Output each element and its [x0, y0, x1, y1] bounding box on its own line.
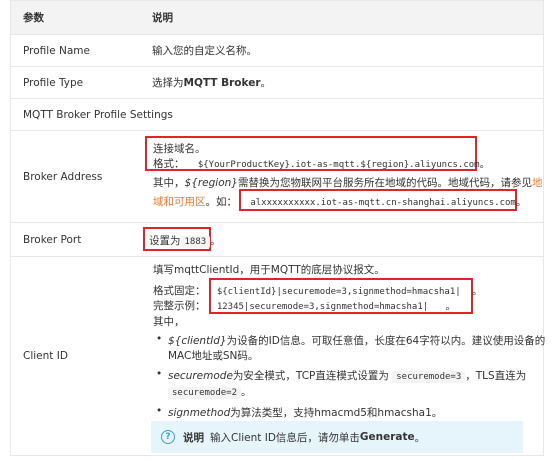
- b2-code1: securemode=3: [392, 371, 466, 383]
- region-link-part1[interactable]: 地: [532, 177, 543, 189]
- bullet-signmethod: signmethod为算法类型，支持hmacmd5和hmacsha1。: [156, 405, 443, 420]
- broker-address-format: 格式： ${YourProductKey}.iot-as-mqtt.${regi…: [153, 156, 490, 171]
- row-profile-name: Profile Name 输入您的自定义名称。: [11, 34, 543, 66]
- b2-end: 。: [241, 386, 252, 398]
- port-value: 1883: [180, 236, 211, 248]
- b1-italic: ${clientId}: [168, 335, 227, 347]
- parameter-table: 参数 说明 Profile Name 输入您的自定义名称。 Profile Ty…: [10, 0, 546, 456]
- client-id-desc: 填写mqttClientId，用于MQTT的底层协议报文。 格式固定： ${cl…: [142, 257, 546, 455]
- fixed-code: ${clientId}|securemode=3,signmethod=hmac…: [216, 287, 461, 297]
- example-end: 。: [515, 196, 527, 208]
- client-example-code: 12345|securemode=3,signmethod=hmacsha1|: [216, 302, 429, 312]
- client-example-label: 完整示例：: [153, 300, 206, 312]
- client-id-fixed: 格式固定： ${clientId}|securemode=3,signmetho…: [153, 283, 483, 298]
- bullet-securemode: securemode为安全模式，TCP直连模式设置为 securemode=3，…: [156, 368, 527, 383]
- note-text: 输入Client ID信息后，请勿单击: [210, 431, 360, 444]
- b2-text: 为安全模式，TCP直连模式设置为: [232, 370, 389, 382]
- row-profile-type: Profile Type 选择为 MQTT Broker。: [11, 66, 543, 98]
- broker-address-desc: 连接域名。 格式： ${YourProductKey}.iot-as-mqtt.…: [142, 131, 543, 222]
- explain-region: ${region}: [184, 177, 238, 189]
- example-label: 。如：: [205, 196, 238, 208]
- explain-prefix: 其中，: [153, 177, 185, 189]
- b1-text: 为设备的ID信息。可取任意值，长度在64字符以内。建议使用设备的: [226, 335, 546, 347]
- header-param: 参数: [23, 12, 44, 24]
- b2-italic: securemode: [168, 370, 233, 382]
- profile-type-prefix: 选择为: [152, 77, 184, 89]
- fixed-end: 。: [472, 285, 483, 297]
- fixed-label: 格式固定：: [153, 285, 206, 297]
- client-id-line1: 填写mqttClientId，用于MQTT的底层协议报文。: [153, 264, 385, 276]
- broker-address-example: 域和可用区。如： alxxxxxxxxxx.iot-as-mqtt.cn-sha…: [153, 194, 526, 209]
- table-header: 参数 说明: [11, 1, 543, 34]
- b2-text2: ，TLS直连为: [465, 370, 527, 382]
- bullet-clientid-line2: MAC地址或SN码。: [168, 350, 259, 362]
- broker-address-line1: 连接域名。: [153, 143, 206, 155]
- profile-name-desc: 输入您的自定义名称。: [152, 45, 257, 57]
- b3-text: 为算法类型，支持hmacmd5和hmacsha1。: [230, 407, 443, 419]
- section-title: MQTT Broker Profile Settings: [23, 108, 173, 121]
- broker-port-text: 设置为 1883。: [149, 233, 221, 248]
- client-example-end: 。: [445, 300, 457, 312]
- format-period: 。: [479, 158, 491, 170]
- profile-type-desc: 选择为 MQTT Broker。: [142, 67, 543, 98]
- broker-address-label: Broker Address: [23, 170, 103, 183]
- client-id-label: Client ID: [23, 350, 68, 362]
- question-icon: ?: [161, 430, 175, 444]
- row-broker-address: Broker Address 连接域名。 格式： ${YourProductKe…: [11, 130, 543, 222]
- note-label: 说明: [183, 431, 204, 444]
- row-client-id: Client ID 填写mqttClientId，用于MQTT的底层协议报文。 …: [11, 256, 546, 455]
- b3-italic: signmethod: [168, 407, 231, 419]
- profile-type-bold: MQTT Broker: [183, 76, 261, 89]
- profile-type-suffix: 。: [260, 77, 272, 89]
- bullet-securemode-line2: securemode=2。: [168, 384, 252, 399]
- format-code: ${YourProductKey}.iot-as-mqtt.${region}.…: [197, 160, 480, 170]
- bullet-clientid: ${clientId}为设备的ID信息。可取任意值，长度在64字符以内。建议使用…: [156, 333, 546, 348]
- region-link-part2[interactable]: 域和可用区: [153, 196, 206, 208]
- broker-port-label: Broker Port: [23, 233, 82, 246]
- profile-type-label: Profile Type: [23, 76, 84, 89]
- profile-name-label: Profile Name: [23, 44, 90, 57]
- header-desc: 说明: [152, 12, 173, 24]
- broker-address-explain: 其中，${region}需替换为您物联网平台服务所在地域的代码。地域代码，请参见…: [153, 175, 542, 190]
- port-suffix: 。: [210, 235, 221, 247]
- note-bold: Generate: [359, 431, 415, 443]
- note-box: ? 说明 输入Client ID信息后，请勿单击 Generate。: [151, 421, 523, 453]
- format-label: 格式：: [153, 158, 185, 170]
- example-code: alxxxxxxxxxx.iot-as-mqtt.cn-shanghai.ali…: [250, 198, 516, 208]
- client-id-example: 完整示例： 12345|securemode=3,signmethod=hmac…: [153, 298, 456, 313]
- broker-port-desc: 设置为 1883。: [142, 223, 543, 256]
- note-end: 。: [414, 431, 426, 444]
- client-id-where: 其中，: [153, 316, 185, 328]
- section-mqtt-broker-settings: MQTT Broker Profile Settings: [11, 98, 543, 130]
- row-broker-port: Broker Port 设置为 1883。: [11, 222, 543, 256]
- port-prefix: 设置为: [149, 235, 181, 247]
- b2-code2: securemode=2: [168, 387, 242, 399]
- explain-mid: 需替换为您物联网平台服务所在地域的代码。地域代码，请参见: [237, 177, 532, 189]
